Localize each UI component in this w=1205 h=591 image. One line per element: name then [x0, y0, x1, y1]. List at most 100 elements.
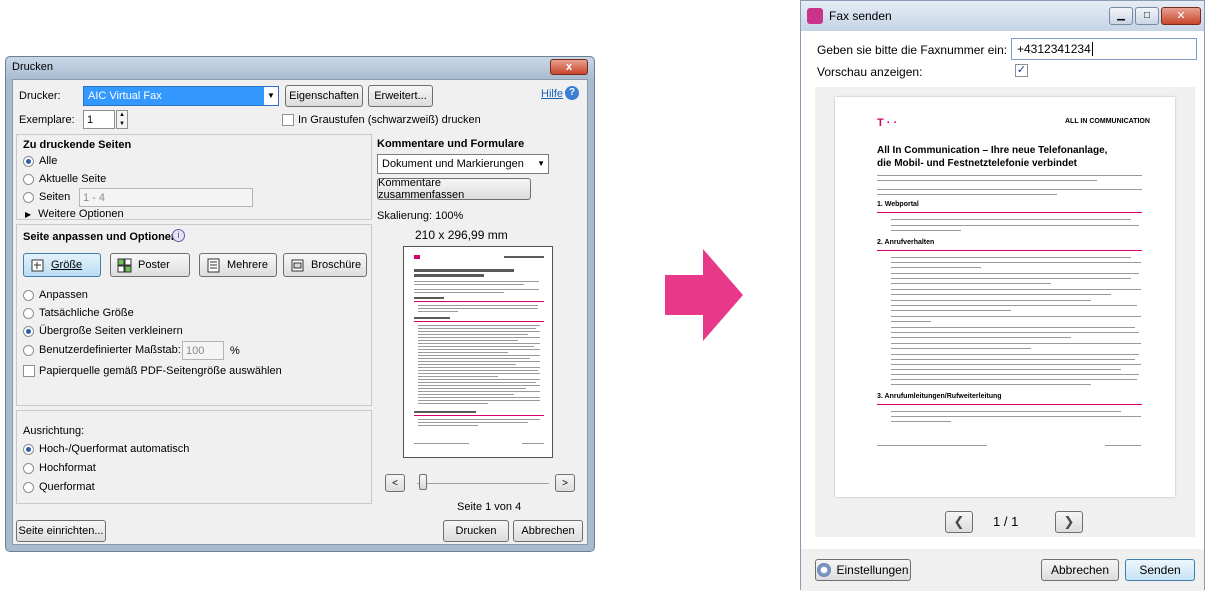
radio-portrait[interactable] — [23, 462, 34, 474]
fax-close-button[interactable]: ✕ — [1161, 7, 1201, 25]
more-options-toggle[interactable]: ▶ Weitere Optionen — [25, 208, 124, 220]
size-button-label: Größe — [51, 259, 83, 271]
scale-label: Skalierung: 100% — [377, 210, 464, 222]
fit-option[interactable]: Anpassen — [23, 289, 88, 301]
multiple-button-label: Mehrere — [227, 259, 268, 271]
page-setup-button[interactable]: Seite einrichten... — [16, 520, 106, 542]
radio-pages[interactable] — [23, 191, 34, 203]
page-indicator: Seite 1 von 4 — [457, 501, 522, 513]
doc-text-line — [891, 316, 1141, 317]
grayscale-checkbox[interactable] — [282, 114, 294, 126]
fax-number-value: +4312341234 — [1017, 42, 1091, 56]
radio-orientation-auto[interactable] — [23, 443, 34, 455]
spinner-up-icon[interactable]: ▲ — [117, 111, 127, 120]
poster-button[interactable]: Poster — [110, 253, 190, 277]
radio-all[interactable] — [23, 155, 34, 167]
preview-line — [414, 317, 450, 319]
paper-source-checkbox[interactable] — [23, 365, 35, 377]
fax-preview-area: T · · ALL IN COMMUNICATION All In Commun… — [815, 87, 1195, 537]
printer-select[interactable]: AIC Virtual Fax ▼ — [83, 86, 279, 106]
comments-preview-panel: Kommentare und Formulare Dokument und Ma… — [375, 134, 583, 513]
radio-shrink[interactable] — [23, 325, 34, 337]
cancel-button[interactable]: Abbrechen — [513, 520, 583, 542]
page-slider-thumb[interactable] — [419, 474, 427, 490]
radio-actual-size[interactable] — [23, 307, 34, 319]
preview-line — [418, 308, 538, 309]
radio-fit[interactable] — [23, 289, 34, 301]
actual-size-option[interactable]: Tatsächliche Größe — [23, 307, 134, 319]
print-button[interactable]: Drucken — [443, 520, 509, 542]
custom-scale-option[interactable]: Benutzerdefinierter Maßstab: — [23, 344, 181, 356]
radio-landscape[interactable] — [23, 481, 34, 493]
preview-line — [414, 292, 504, 293]
multiple-button[interactable]: Mehrere — [199, 253, 277, 277]
preview-line — [418, 325, 540, 326]
preview-rule — [414, 301, 544, 302]
minimize-button[interactable]: ▁ — [1109, 7, 1133, 25]
booklet-button[interactable]: Broschüre — [283, 253, 367, 277]
fax-dialog: Fax senden ▁ □ ✕ Geben sie bitte die Fax… — [800, 0, 1205, 591]
preview-line — [418, 346, 534, 347]
fax-preview-page: T · · ALL IN COMMUNICATION All In Commun… — [835, 97, 1175, 497]
doc-rule — [877, 212, 1142, 213]
copies-stepper[interactable]: ▲ ▼ — [116, 110, 128, 129]
pages-current-option[interactable]: Aktuelle Seite — [23, 173, 106, 185]
page-slider-track[interactable] — [417, 483, 549, 484]
doc-text-line — [891, 267, 981, 268]
prev-page-button[interactable]: < — [385, 474, 405, 492]
landscape-label: Querformat — [39, 481, 95, 493]
more-options-label: Weitere Optionen — [38, 208, 124, 220]
doc-text-line — [877, 194, 1057, 195]
fax-app-icon — [807, 8, 823, 24]
doc-text-line — [877, 175, 1142, 176]
preview-checkbox[interactable]: ✓ — [1015, 64, 1028, 77]
size-button[interactable]: Größe — [23, 253, 101, 277]
copies-input[interactable]: 1 — [83, 110, 115, 129]
help-link[interactable]: Hilfe — [541, 88, 563, 100]
size-icon — [31, 259, 44, 271]
close-button[interactable]: x — [550, 59, 588, 75]
comments-select-value: Dokument und Markierungen — [382, 158, 524, 170]
pages-range-option[interactable]: Seiten — [23, 191, 70, 203]
fax-next-page-button[interactable]: ❯ — [1055, 511, 1083, 533]
actual-size-label: Tatsächliche Größe — [39, 307, 134, 319]
percent-label: % — [230, 345, 240, 357]
shrink-option[interactable]: Übergroße Seiten verkleinern — [23, 325, 183, 337]
doc-text-line — [891, 411, 1121, 412]
preview-line — [418, 340, 518, 341]
preview-line — [418, 385, 540, 386]
preview-line — [418, 397, 540, 398]
orientation-portrait-option[interactable]: Hochformat — [23, 462, 96, 474]
send-button[interactable]: Senden — [1125, 559, 1195, 581]
info-icon[interactable]: i — [172, 229, 185, 242]
doc-text-line — [891, 369, 1121, 370]
grayscale-option[interactable]: In Graustufen (schwarzweiß) drucken — [282, 114, 481, 126]
logo-mark — [414, 255, 420, 259]
next-page-button[interactable]: > — [555, 474, 575, 492]
pages-all-option[interactable]: Alle — [23, 155, 57, 167]
advanced-button[interactable]: Erweitert... — [368, 85, 433, 107]
preview-line — [418, 388, 526, 389]
fax-number-input[interactable]: +4312341234 — [1011, 38, 1197, 60]
custom-scale-input[interactable]: 100 — [182, 341, 224, 360]
orientation-landscape-option[interactable]: Querformat — [23, 481, 95, 493]
fax-prev-page-button[interactable]: ❮ — [945, 511, 973, 533]
properties-button[interactable]: Eigenschaften — [285, 85, 363, 107]
settings-button-label: Einstellungen — [836, 563, 909, 577]
spinner-down-icon[interactable]: ▼ — [117, 120, 127, 129]
radio-current[interactable] — [23, 173, 34, 185]
help-icon[interactable]: ? — [565, 86, 579, 100]
pages-range-input[interactable]: 1 - 4 — [79, 188, 253, 207]
radio-custom-scale[interactable] — [23, 344, 34, 356]
preview-line — [414, 281, 539, 282]
orientation-auto-option[interactable]: Hoch-/Querformat automatisch — [23, 443, 189, 455]
summarize-comments-button[interactable]: Kommentare zusammenfassen — [377, 177, 531, 201]
fit-section-title: Seite anpassen und Optionen — [23, 231, 178, 243]
print-dialog-body: Drucker: AIC Virtual Fax ▼ Eigenschaften… — [12, 79, 588, 545]
comments-select[interactable]: Dokument und Markierungen ▼ — [377, 154, 549, 174]
doc-text-line — [891, 230, 961, 231]
maximize-button[interactable]: □ — [1135, 7, 1159, 25]
fax-cancel-button[interactable]: Abbrechen — [1041, 559, 1119, 581]
paper-source-option[interactable]: Papierquelle gemäß PDF-Seitengröße auswä… — [23, 365, 282, 377]
settings-button[interactable]: Einstellungen — [815, 559, 911, 581]
